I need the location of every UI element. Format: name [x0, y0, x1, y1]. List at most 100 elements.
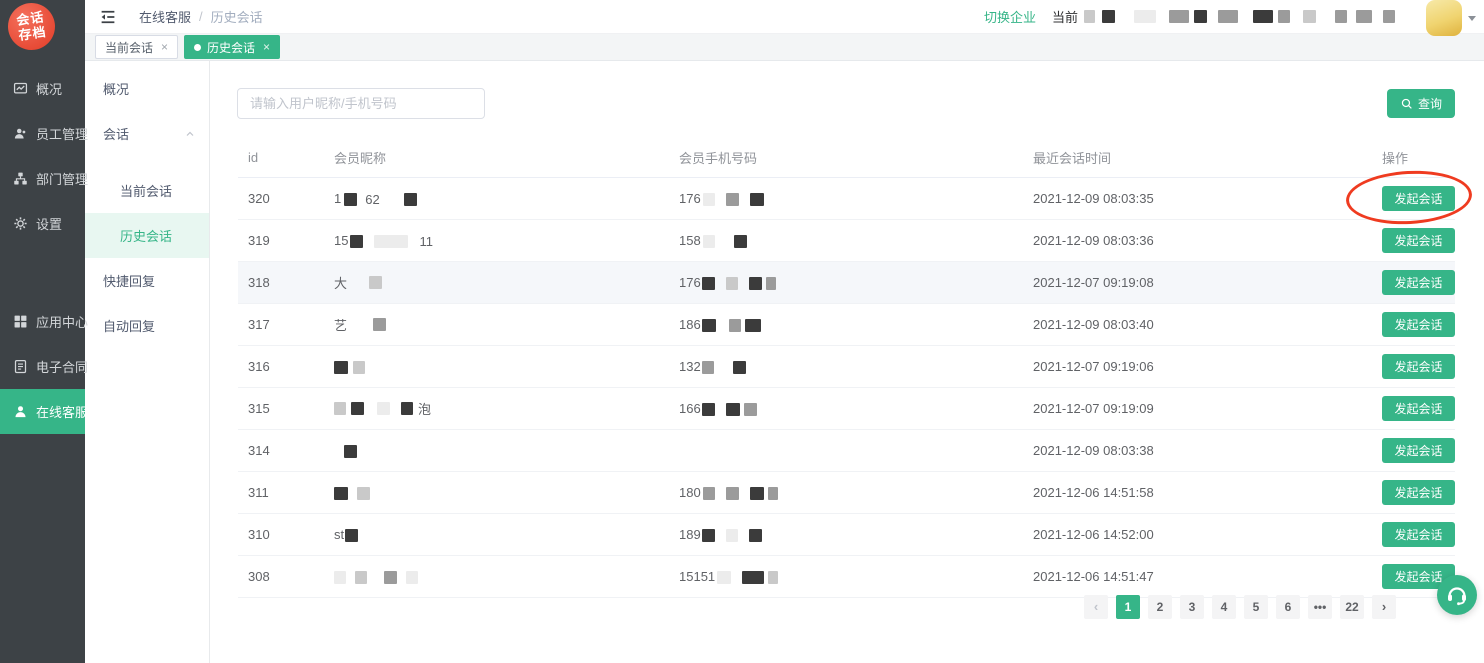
- redacted-block: [702, 403, 715, 416]
- switch-company-link[interactable]: 切换企业: [984, 7, 1036, 26]
- topbar: 在线客服 / 历史会话 切换企业 当前: [85, 0, 1484, 34]
- redacted-block: [1218, 10, 1238, 23]
- pagination: ‹ 123456 ••• 22 ›: [1084, 595, 1396, 619]
- submenu-item-overview[interactable]: 概况: [85, 66, 209, 111]
- breadcrumb: 在线客服 / 历史会话: [139, 7, 263, 26]
- text-fragment: 158: [679, 234, 701, 249]
- pagination-page-4[interactable]: 4: [1212, 595, 1236, 619]
- sidebar-item-overview[interactable]: 概况: [0, 66, 85, 111]
- breadcrumb-root[interactable]: 在线客服: [139, 7, 191, 26]
- pagination-ellipsis[interactable]: •••: [1308, 595, 1332, 619]
- cell-action: 发起会话: [1372, 186, 1455, 211]
- pagination-prev-button[interactable]: ‹: [1084, 595, 1108, 619]
- start-conversation-button[interactable]: 发起会话: [1382, 522, 1455, 547]
- pagination-page-2[interactable]: 2: [1148, 595, 1172, 619]
- text-fragment: 1: [334, 192, 341, 207]
- topbar-right: 切换企业 当前: [984, 0, 1484, 33]
- table-row: 317艺1862021-12-09 08:03:40发起会话: [238, 304, 1455, 346]
- redacted-block: [334, 361, 348, 374]
- redacted-block: [334, 571, 346, 584]
- redacted-block: [729, 319, 741, 332]
- close-icon[interactable]: ×: [161, 40, 168, 54]
- redacted-block: [744, 403, 757, 416]
- redacted-block: [374, 235, 408, 248]
- redacted-block: [703, 235, 715, 248]
- redacted-block: [703, 487, 715, 500]
- redacted-block: [749, 277, 762, 290]
- redacted-block: [334, 402, 346, 415]
- pagination-page-6[interactable]: 6: [1276, 595, 1300, 619]
- submenu-item-auto-reply[interactable]: 自动回复: [85, 303, 209, 348]
- sidebar-item-label: 设置: [36, 214, 62, 233]
- cell-action: 发起会话: [1372, 354, 1455, 379]
- text-fragment: 186: [679, 318, 701, 333]
- cell-last-session-time: 2021-12-06 14:51:58: [1023, 485, 1372, 500]
- close-icon[interactable]: ×: [263, 40, 270, 54]
- table-row: 310st1892021-12-06 14:52:00发起会话: [238, 514, 1455, 556]
- cell-nickname: [324, 485, 669, 500]
- search-button[interactable]: 查询: [1387, 89, 1455, 118]
- caret-down-icon[interactable]: [1468, 16, 1476, 21]
- redacted-block: [350, 235, 363, 248]
- pagination-page-5[interactable]: 5: [1244, 595, 1268, 619]
- customer-service-button[interactable]: [1437, 575, 1477, 615]
- start-conversation-button[interactable]: 发起会话: [1382, 186, 1455, 211]
- start-conversation-button[interactable]: 发起会话: [1382, 480, 1455, 505]
- cell-action: 发起会话: [1372, 480, 1455, 505]
- cell-action: 发起会话: [1372, 270, 1455, 295]
- text-fragment: 艺: [334, 318, 347, 333]
- start-conversation-button[interactable]: 发起会话: [1382, 270, 1455, 295]
- sidebar-item-contract[interactable]: 电子合同: [0, 344, 85, 389]
- redacted-block: [353, 361, 365, 374]
- cell-last-session-time: 2021-12-07 09:19:08: [1023, 275, 1372, 290]
- pagination-page-3[interactable]: 3: [1180, 595, 1204, 619]
- sidebar-item-settings[interactable]: 设置: [0, 201, 85, 246]
- start-conversation-button[interactable]: 发起会话: [1382, 312, 1455, 337]
- redacted-block: [733, 361, 746, 374]
- redacted-block: [344, 193, 357, 206]
- submenu-item-label: 概况: [103, 79, 129, 98]
- sidebar-item-service[interactable]: 在线客服: [0, 389, 85, 434]
- pagination-page-1[interactable]: 1: [1116, 595, 1140, 619]
- redacted-block: [766, 277, 776, 290]
- start-conversation-button[interactable]: 发起会话: [1382, 354, 1455, 379]
- cell-last-session-time: 2021-12-07 09:19:09: [1023, 401, 1372, 416]
- submenu-item-history-session[interactable]: 历史会话: [85, 213, 209, 258]
- cell-id: 316: [238, 359, 324, 374]
- cell-last-session-time: 2021-12-06 14:51:47: [1023, 569, 1372, 584]
- text-fragment: 11: [419, 234, 433, 249]
- redacted-block: [355, 571, 367, 584]
- start-conversation-button[interactable]: 发起会话: [1382, 228, 1455, 253]
- apps-icon: [13, 314, 28, 329]
- start-conversation-button[interactable]: 发起会话: [1382, 438, 1455, 463]
- submenu-item-quick-reply[interactable]: 快捷回复: [85, 258, 209, 303]
- column-header-time: 最近会话时间: [1023, 148, 1372, 167]
- user-avatar[interactable]: [1426, 0, 1462, 36]
- cell-action: 发起会话: [1372, 396, 1455, 421]
- sidebar-item-department[interactable]: 部门管理: [0, 156, 85, 201]
- tab-label: 历史会话: [207, 39, 255, 56]
- headset-icon: [1445, 583, 1469, 607]
- collapse-menu-icon[interactable]: [99, 8, 117, 26]
- submenu-item-label: 当前会话: [120, 181, 172, 200]
- start-conversation-button[interactable]: 发起会话: [1382, 396, 1455, 421]
- redacted-block: [734, 235, 747, 248]
- text-fragment: 166: [679, 402, 701, 417]
- tab-history[interactable]: 历史会话 ×: [184, 35, 280, 59]
- submenu-item-session[interactable]: 会话: [85, 111, 209, 156]
- table-body: 3201621762021-12-09 08:03:35发起会话31915111…: [238, 178, 1455, 598]
- tab-current[interactable]: 当前会话×: [95, 35, 178, 59]
- sidebar-item-staff[interactable]: 员工管理: [0, 111, 85, 156]
- cell-nickname: [324, 359, 669, 374]
- cell-id: 319: [238, 233, 324, 248]
- sidebar-item-apps[interactable]: 应用中心: [0, 299, 85, 344]
- redacted-block: [334, 487, 348, 500]
- table-row: 3111802021-12-06 14:51:58发起会话: [238, 472, 1455, 514]
- pagination-next-button[interactable]: ›: [1372, 595, 1396, 619]
- search-input[interactable]: [237, 88, 485, 119]
- submenu-item-current-session[interactable]: 当前会话: [85, 168, 209, 213]
- column-header-nickname: 会员昵称: [324, 148, 669, 167]
- contract-icon: [13, 359, 28, 374]
- pagination-page-22[interactable]: 22: [1340, 595, 1364, 619]
- text-fragment: 泡: [418, 402, 431, 417]
